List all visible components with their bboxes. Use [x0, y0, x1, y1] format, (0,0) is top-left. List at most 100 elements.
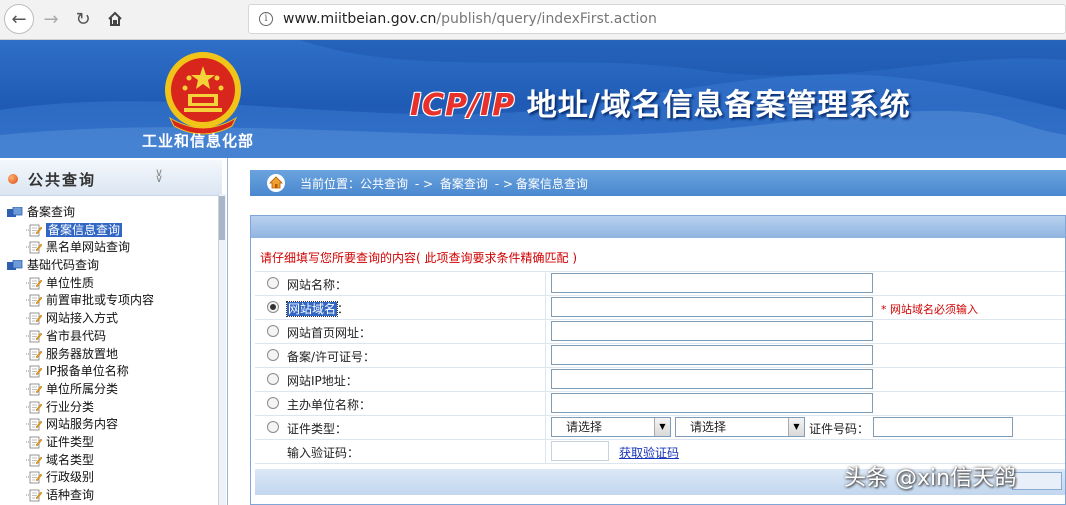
- forward-icon[interactable]: →: [36, 4, 66, 34]
- sidebar: 公共查询 ∨ ∨ 备案查询备案信息查询 黑名单网站查询 基础代码查询单位性质前置审批或…: [0, 158, 228, 505]
- sidebar-item-label: 单位性质: [46, 275, 95, 290]
- sidebar-item-label: 省市县代码: [46, 328, 107, 343]
- field-label: 网站域名：: [285, 301, 350, 317]
- document-edit-icon: [26, 471, 42, 484]
- site-name-input[interactable]: [551, 273, 873, 293]
- ip-input[interactable]: [551, 369, 873, 389]
- sidebar-group[interactable]: 基础代码查询: [0, 257, 216, 275]
- sidebar-header[interactable]: 公共查询 ∨ ∨: [0, 160, 222, 196]
- sidebar-group[interactable]: 备案查询: [0, 204, 216, 222]
- document-edit-icon: [26, 348, 42, 360]
- breadcrumb: 当前位置：公共查询 - > 备案查询 - > 备案信息查询: [250, 170, 1066, 196]
- sidebar-title: 公共查询: [28, 171, 97, 189]
- sidebar-tree: 备案查询备案信息查询 黑名单网站查询 基础代码查询单位性质前置审批或专项内容 网站接入…: [0, 204, 216, 505]
- sidebar-item[interactable]: 单位所属分类: [0, 381, 216, 399]
- radio-ip[interactable]: [267, 373, 279, 385]
- url-text[interactable]: www.miitbeian.gov.cn/publish/query/index…: [283, 11, 657, 27]
- document-edit-icon: [26, 241, 42, 254]
- get-captcha-link[interactable]: 获取验证码: [619, 444, 679, 461]
- sidebar-item[interactable]: 网站服务内容: [0, 416, 216, 434]
- document-edit-icon: [26, 312, 42, 325]
- sidebar-item[interactable]: IP报备单位名称: [0, 363, 216, 381]
- sidebar-item-label: 证件类型: [46, 434, 95, 449]
- home-icon: [267, 174, 285, 192]
- homepage-input[interactable]: [551, 321, 873, 341]
- sidebar-item[interactable]: 备案信息查询: [0, 221, 216, 240]
- sidebar-item[interactable]: 前置审批或专项内容: [0, 292, 216, 310]
- collapse-icon[interactable]: ∨ ∨: [155, 167, 163, 184]
- radio-domain[interactable]: [267, 301, 279, 313]
- sidebar-item-label: 网站接入方式: [46, 311, 119, 326]
- field-label: 网站首页网址：: [287, 326, 372, 340]
- sidebar-item-label: IP报备单位名称: [46, 364, 129, 379]
- sidebar-item-label: 服务器放置地: [46, 346, 119, 361]
- breadcrumb-text: 当前位置：公共查询 - > 备案查询 - > 备案信息查询: [300, 175, 588, 192]
- dropdown-arrow-icon[interactable]: ▼: [654, 418, 670, 436]
- cert-type-select[interactable]: 请选择 ▼: [551, 417, 671, 437]
- document-edit-icon: [26, 330, 42, 343]
- radio-cert-type[interactable]: [267, 421, 279, 433]
- sidebar-item[interactable]: 语种查询: [0, 487, 216, 505]
- domain-input[interactable]: [551, 297, 873, 317]
- document-edit-icon: [26, 383, 42, 396]
- field-label: 网站IP地址：: [287, 374, 358, 388]
- watermark: 头条 @xin信天鸽: [844, 466, 1017, 491]
- info-icon[interactable]: i: [259, 12, 273, 26]
- sidebar-item[interactable]: 证件类型: [0, 434, 216, 452]
- sidebar-item[interactable]: 行业分类: [0, 399, 216, 417]
- field-row-sponsor: 主办单位名称：: [255, 391, 1065, 415]
- sidebar-item-label: 语种查询: [46, 488, 95, 502]
- home-icon[interactable]: [100, 4, 130, 34]
- sidebar-item[interactable]: 域名类型: [0, 452, 216, 470]
- sidebar-item-label: 行业分类: [46, 399, 95, 414]
- field-row-license: 备案/许可证号：: [255, 343, 1065, 367]
- document-edit-icon: [26, 489, 42, 502]
- sidebar-item[interactable]: 省市县代码: [0, 328, 216, 346]
- document-edit-icon: [26, 365, 42, 378]
- reload-icon[interactable]: ↻: [68, 4, 98, 34]
- field-row-domain: 网站域名： * 网站域名必须输入: [255, 295, 1065, 319]
- radio-sponsor[interactable]: [267, 397, 279, 409]
- sidebar-item-label: 域名类型: [46, 452, 95, 467]
- bullet-icon: [8, 174, 18, 184]
- radio-license[interactable]: [267, 349, 279, 361]
- address-bar[interactable]: i www.miitbeian.gov.cn/publish/query/ind…: [248, 4, 1066, 34]
- breadcrumb-current: 备案信息查询: [515, 177, 588, 191]
- sidebar-item[interactable]: 服务器放置地: [0, 346, 216, 364]
- breadcrumb-separator: - >: [414, 177, 434, 191]
- system-title: ICP/IP 地址/域名信息备案管理系统: [410, 88, 911, 123]
- browser-toolbar: ← → ↻ i www.miitbeian.gov.cn/publish/que…: [0, 0, 1066, 40]
- sidebar-item[interactable]: 行政级别: [0, 469, 216, 487]
- dropdown-arrow-icon[interactable]: ▼: [788, 418, 804, 436]
- back-icon[interactable]: ←: [4, 4, 34, 34]
- field-label: 网站名称：: [287, 278, 348, 292]
- submit-button[interactable]: [1012, 472, 1062, 490]
- field-label: 证件类型：: [287, 422, 348, 436]
- breadcrumb-separator: - >: [494, 177, 513, 191]
- required-note: * 网站域名必须输入: [881, 303, 978, 316]
- cert-number-input[interactable]: [873, 417, 1013, 437]
- field-row-cert-type: 证件类型： 请选择 ▼ 请选择 ▼ 证件号码：: [255, 415, 1065, 439]
- site-banner: 工业和信息化部 ICP/IP 地址/域名信息备案管理系统: [0, 40, 1066, 158]
- license-input[interactable]: [551, 345, 873, 365]
- sidebar-item[interactable]: 单位性质: [0, 275, 216, 293]
- folder-group-icon: [7, 207, 23, 217]
- field-row-ip: 网站IP地址：: [255, 367, 1065, 391]
- scrollbar-thumb[interactable]: [219, 196, 225, 240]
- sponsor-input[interactable]: [551, 393, 873, 413]
- sidebar-item-label: 基础代码查询: [27, 258, 100, 273]
- sidebar-item-label: 行政级别: [46, 470, 95, 485]
- sidebar-item[interactable]: 网站接入方式: [0, 310, 216, 328]
- cert-number-label: 证件号码：: [809, 422, 870, 436]
- cert-subtype-select[interactable]: 请选择 ▼: [675, 417, 805, 437]
- field-label: 主办单位名称：: [287, 398, 372, 412]
- radio-homepage[interactable]: [267, 325, 279, 337]
- document-edit-icon: [26, 418, 42, 431]
- document-edit-icon: [26, 454, 42, 467]
- sidebar-scrollbar[interactable]: [218, 194, 226, 505]
- sidebar-item[interactable]: 黑名单网站查询: [0, 239, 216, 257]
- captcha-input[interactable]: [551, 441, 609, 461]
- radio-site-name[interactable]: [267, 277, 279, 289]
- field-row-homepage: 网站首页网址：: [255, 319, 1065, 343]
- sidebar-item-label: 备案查询: [27, 205, 76, 219]
